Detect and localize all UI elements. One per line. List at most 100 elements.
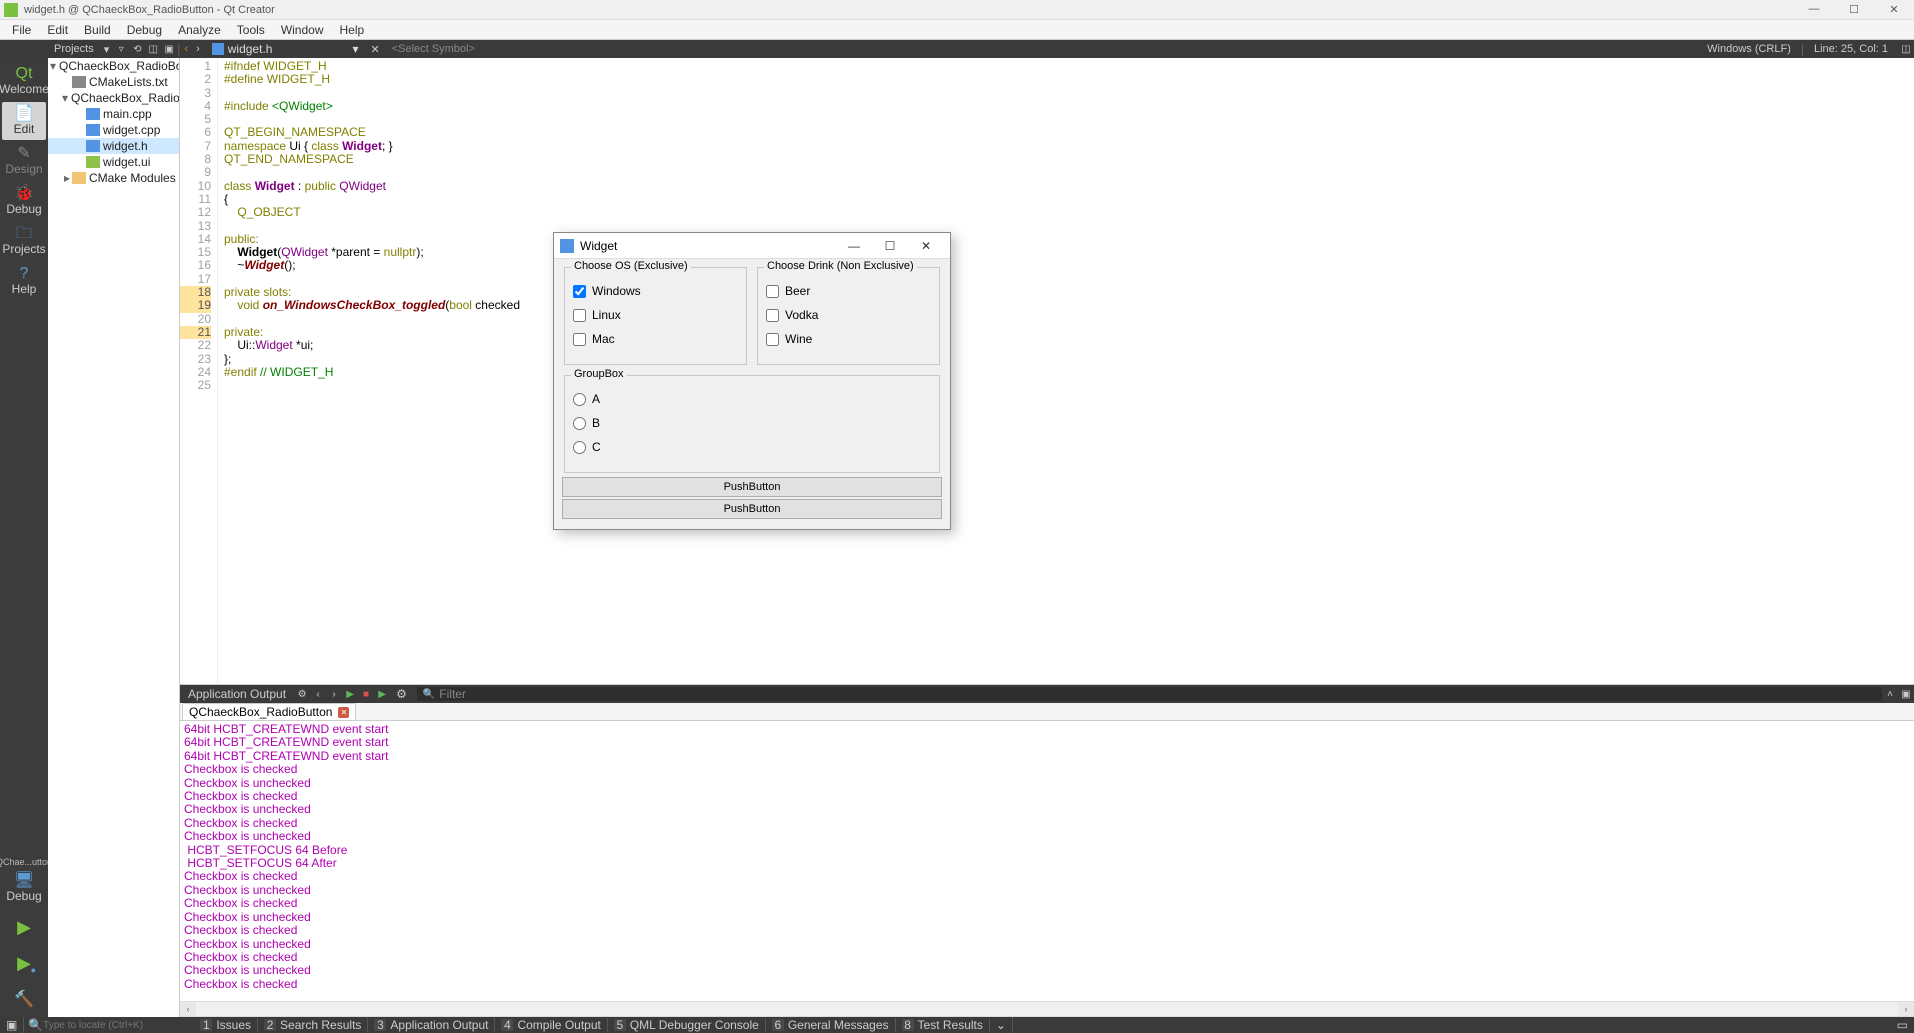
status-close-icon[interactable]: ▣ (0, 1017, 24, 1033)
output-scrollbar[interactable]: ‹ › (180, 1001, 1914, 1017)
widget-maximize-icon[interactable]: ☐ (872, 239, 908, 253)
tree-cmakelists[interactable]: CMakeLists.txt (89, 75, 168, 89)
edit-icon: 📄 (14, 106, 34, 122)
cursor-position-label: Line: 25, Col: 1 (1804, 43, 1898, 55)
chevron-down-icon[interactable]: ▾ (100, 43, 114, 56)
output-prev-icon[interactable]: ‹ (310, 689, 326, 700)
checkbox-windows[interactable]: Windows (573, 284, 738, 298)
close-tab-icon[interactable]: ✕ (338, 707, 349, 718)
projects-dropdown[interactable]: Projects (48, 43, 100, 55)
scroll-right-icon[interactable]: › (1898, 1002, 1914, 1016)
output-up-icon[interactable]: ˄ (1882, 689, 1898, 700)
output-rerun-icon[interactable]: ▶ (374, 689, 390, 700)
mode-edit[interactable]: 📄Edit (2, 102, 46, 140)
widget-title: Widget (580, 239, 836, 253)
mode-debug[interactable]: 🐞Debug (2, 182, 46, 220)
close-file-icon[interactable]: ✕ (366, 43, 383, 56)
run-button[interactable]: ▶ (10, 913, 38, 941)
window-title: widget.h @ QChaeckBox_RadioButton - Qt C… (24, 4, 1910, 16)
menu-window[interactable]: Window (273, 23, 332, 37)
output-settings-icon[interactable]: ⚙ (294, 689, 310, 700)
pushbutton-2[interactable]: PushButton (562, 499, 942, 519)
widget-minimize-icon[interactable]: — (836, 239, 872, 253)
output-tab[interactable]: QChaeckBox_RadioButton ✕ (182, 703, 356, 720)
kit-selector-label[interactable]: QChae...utton (0, 855, 52, 869)
groupbox-drink-title: Choose Drink (Non Exclusive) (764, 260, 917, 272)
status-progress-icon[interactable]: ▭ (1891, 1017, 1914, 1033)
groupbox-radio-title: GroupBox (571, 368, 627, 380)
nav-forward-icon[interactable]: › (192, 43, 204, 55)
editor-split-icon[interactable]: ◫ (1898, 44, 1914, 55)
window-close-icon[interactable]: ✕ (1874, 0, 1914, 18)
tree-widget-cpp[interactable]: widget.cpp (103, 123, 160, 137)
mode-design[interactable]: ✎Design (2, 142, 46, 180)
radio-b[interactable]: B (573, 416, 931, 430)
status-search-results[interactable]: 2Search Results (258, 1018, 368, 1032)
output-gear-icon[interactable]: ⚙ (390, 687, 413, 701)
tree-root[interactable]: QChaeckBox_RadioBo (59, 59, 180, 73)
locator[interactable]: 🔍 (24, 1018, 194, 1032)
menu-build[interactable]: Build (76, 23, 119, 37)
scroll-left-icon[interactable]: ‹ (180, 1002, 196, 1016)
locator-input[interactable] (43, 1020, 183, 1031)
split-icon[interactable]: ◫ (145, 44, 161, 55)
tree-main-cpp[interactable]: main.cpp (103, 107, 152, 121)
status-compile-output[interactable]: 4Compile Output (495, 1018, 607, 1032)
mode-projects[interactable]: 🗀Projects (2, 222, 46, 260)
sync-icon[interactable]: ⟲ (129, 44, 145, 55)
symbol-selector[interactable]: <Select Symbol> (384, 43, 1697, 55)
run-debug-button[interactable]: ▶● (10, 949, 38, 977)
status-general-messages[interactable]: 6General Messages (766, 1018, 896, 1032)
status-issues[interactable]: 1Issues (194, 1018, 258, 1032)
close-panel-icon[interactable]: ▣ (161, 44, 177, 55)
radio-c[interactable]: C (573, 440, 931, 454)
tree-cmake-modules[interactable]: CMake Modules (89, 171, 176, 185)
widget-titlebar[interactable]: Widget — ☐ ✕ (554, 233, 950, 259)
tree-widget-ui[interactable]: widget.ui (103, 155, 150, 169)
menu-analyze[interactable]: Analyze (170, 23, 229, 37)
checkbox-beer[interactable]: Beer (766, 284, 931, 298)
projects-icon: 🗀 (16, 226, 32, 242)
window-minimize-icon[interactable]: — (1794, 0, 1834, 18)
status-more-icon[interactable]: ⌄ (990, 1017, 1013, 1033)
mode-bar: QtWelcome 📄Edit ✎Design 🐞Debug 🗀Projects… (0, 58, 48, 1017)
mode-debug-kit[interactable]: 🖥Debug (2, 869, 46, 907)
menu-help[interactable]: Help (332, 23, 373, 37)
checkbox-wine[interactable]: Wine (766, 332, 931, 346)
output-stop-icon[interactable]: ■ (358, 689, 374, 700)
checkbox-mac[interactable]: Mac (573, 332, 738, 346)
output-run-icon[interactable]: ▶ (342, 689, 358, 700)
pushbutton-1[interactable]: PushButton (562, 477, 942, 497)
output-filter-input[interactable]: 🔍 Filter (417, 687, 1882, 701)
mode-help[interactable]: ?Help (2, 262, 46, 300)
output-next-icon[interactable]: › (326, 689, 342, 700)
line-ending-label[interactable]: Windows (CRLF) (1697, 43, 1801, 55)
build-button[interactable]: 🔨 (10, 985, 38, 1013)
nav-toolbar: Projects ▾ ▿ ⟲ ◫ ▣ | ‹ › widget.h ▾ ✕ <S… (0, 40, 1914, 58)
menu-edit[interactable]: Edit (39, 23, 76, 37)
status-test-results[interactable]: 8Test Results (896, 1018, 990, 1032)
radio-a[interactable]: A (573, 392, 931, 406)
widget-preview-window[interactable]: Widget — ☐ ✕ Choose OS (Exclusive) Windo… (553, 232, 951, 530)
output-expand-icon[interactable]: ▣ (1898, 689, 1914, 700)
status-application-output[interactable]: 3Application Output (368, 1018, 495, 1032)
tree-subproject[interactable]: QChaeckBox_Radio (71, 91, 180, 105)
window-maximize-icon[interactable]: ☐ (1834, 0, 1874, 18)
nav-back-icon[interactable]: ‹ (180, 43, 192, 55)
open-file-selector[interactable]: widget.h ▾ (204, 42, 367, 56)
project-tree[interactable]: ▾QChaeckBox_RadioBo CMakeLists.txt ▾QCha… (48, 58, 180, 1017)
help-icon: ? (20, 266, 29, 282)
widget-close-icon[interactable]: ✕ (908, 239, 944, 253)
filter-icon[interactable]: ▿ (113, 44, 129, 55)
output-console[interactable]: 64bit HCBT_CREATEWND event start64bit HC… (180, 721, 1914, 1001)
status-qml-debugger-console[interactable]: 5QML Debugger Console (608, 1018, 766, 1032)
menu-file[interactable]: File (4, 23, 39, 37)
checkbox-linux[interactable]: Linux (573, 308, 738, 322)
code-editor[interactable]: 1234567891011121314151617181920212223242… (180, 58, 1914, 685)
output-title: Application Output (180, 687, 294, 701)
menu-tools[interactable]: Tools (229, 23, 273, 37)
mode-welcome[interactable]: QtWelcome (2, 62, 46, 100)
checkbox-vodka[interactable]: Vodka (766, 308, 931, 322)
tree-widget-h[interactable]: widget.h (103, 139, 148, 153)
menu-debug[interactable]: Debug (119, 23, 170, 37)
